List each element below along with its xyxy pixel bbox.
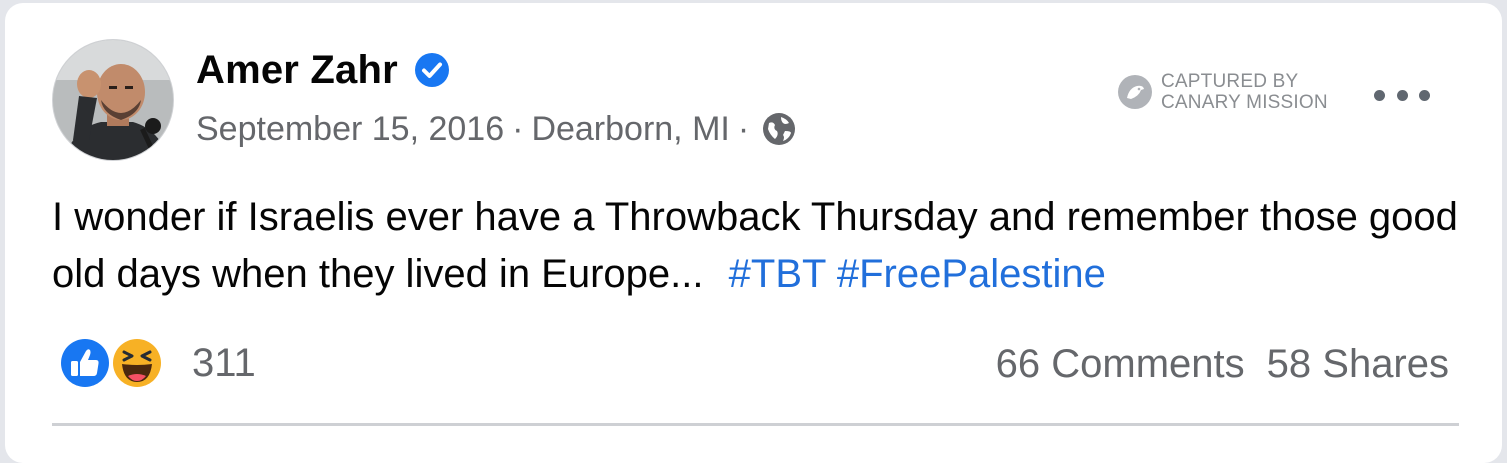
meta-separator: · [737, 109, 750, 148]
reactions-summary[interactable]: 311 [58, 334, 256, 392]
like-icon [58, 336, 112, 390]
shares-count-link[interactable]: 58 Shares [1267, 342, 1449, 387]
more-dot [1396, 89, 1408, 101]
post-body: I wonder if Israelis ever have a Throwba… [52, 189, 1472, 303]
post-meta: September 15, 2016 · Dearborn, MI · [196, 106, 797, 152]
post-card: Amer Zahr September 15, 2016 · Dearborn,… [5, 3, 1502, 463]
hashtag-link[interactable]: #FreePalestine [837, 252, 1106, 296]
globe-icon[interactable] [761, 111, 797, 147]
more-options-icon[interactable] [1374, 77, 1430, 113]
author-name[interactable]: Amer Zahr [196, 48, 398, 93]
meta-separator: · [512, 109, 524, 148]
canary-mission-watermark: CAPTURED BY CANARY MISSION [1117, 71, 1328, 113]
canary-icon [1117, 74, 1153, 110]
reaction-icons [58, 334, 172, 392]
more-dot [1374, 89, 1385, 101]
haha-icon [110, 336, 164, 390]
post-location[interactable]: Dearborn, MI [531, 110, 729, 149]
reaction-count: 311 [192, 340, 256, 385]
verified-badge-icon [414, 52, 450, 88]
author-avatar[interactable] [52, 39, 174, 161]
engagement-stats: 66 Comments 58 Shares [996, 338, 1449, 390]
more-dot [1419, 89, 1430, 101]
post-date[interactable]: September 15, 2016 [196, 110, 504, 149]
comments-count-link[interactable]: 66 Comments [996, 342, 1245, 387]
author-header: Amer Zahr [196, 44, 450, 96]
watermark-line-1: CAPTURED BY [1161, 71, 1299, 92]
action-divider [52, 423, 1459, 426]
watermark-line-2: CANARY MISSION [1161, 92, 1328, 113]
watermark-text: CAPTURED BY CANARY MISSION [1161, 71, 1328, 113]
avatar-photo [53, 40, 173, 160]
hashtag-link[interactable]: #TBT [729, 252, 826, 296]
